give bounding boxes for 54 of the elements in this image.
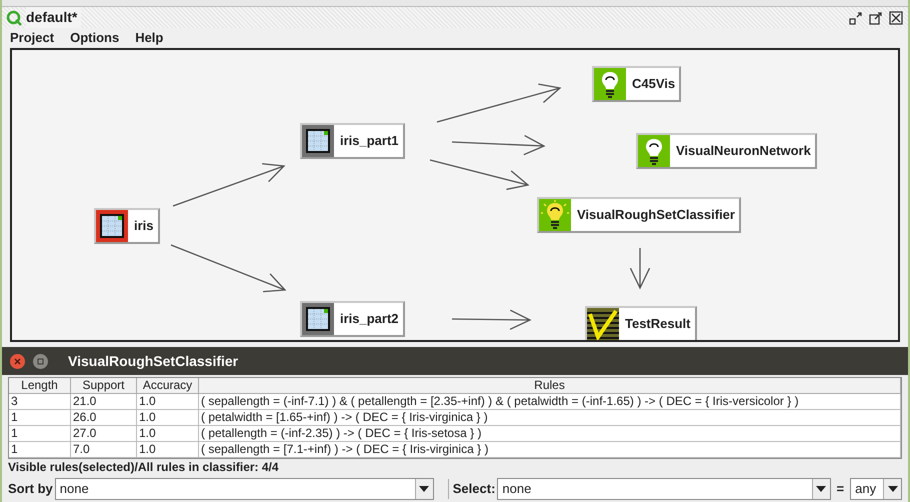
table-cell: ( petallength = (-inf-2.35) ) -> ( DEC = { Iris-setosa } ) bbox=[199, 426, 901, 441]
table-cell: ( sepallength = [7.1-+inf) ) -> ( DEC = { Iris-virginica } ) bbox=[199, 442, 901, 457]
sort-dropdown[interactable]: none bbox=[54, 478, 434, 500]
column-header[interactable]: Rules bbox=[199, 378, 901, 393]
diagram-node[interactable]: VisualNeuronNetwork bbox=[636, 133, 817, 169]
diagram-node[interactable]: iris_part2 bbox=[300, 301, 405, 337]
menu-item[interactable]: Help bbox=[135, 28, 164, 48]
table-cell: 1 bbox=[9, 410, 71, 425]
table-cell: 1.0 bbox=[137, 410, 199, 425]
diagram-node[interactable]: TestResult bbox=[585, 306, 696, 340]
rules-summary: Visible rules(selected)/All rules in classifier: 4/4 bbox=[8, 459, 280, 476]
table-row[interactable]: 1 26.0 1.0 ( petalwidth = [1.65-+inf) ) -> ( DEC = { Iris-virginica } ) bbox=[9, 410, 901, 426]
table-cell: ( petalwidth = [1.65-+inf) ) -> ( DEC = { Iris-virginica } ) bbox=[199, 410, 901, 425]
dropdown-arrow-icon bbox=[816, 486, 826, 492]
table-row[interactable]: 1 27.0 1.0 ( petallength = (-inf-2.35) ) -> ( DEC = { Iris-setosa } ) bbox=[9, 426, 901, 442]
maximize-button[interactable] bbox=[868, 10, 884, 26]
sort-label: Sort by bbox=[8, 480, 53, 498]
table-cell: 27.0 bbox=[71, 426, 137, 441]
checkmark-icon bbox=[587, 308, 619, 340]
column-header[interactable]: Support bbox=[71, 378, 137, 393]
diagram-node[interactable]: iris_part1 bbox=[300, 123, 405, 159]
menu-item[interactable]: Options bbox=[70, 28, 120, 48]
square-icon bbox=[37, 358, 44, 364]
select-label: Select: bbox=[448, 479, 496, 499]
diagram-node[interactable]: VisualRoughSetClassifier bbox=[537, 197, 741, 233]
diagram-node[interactable]: iris bbox=[94, 208, 160, 244]
table-cell: 1.0 bbox=[137, 442, 199, 457]
table-cell: ( sepallength = (-inf-7.1) ) & ( petallength = [2.35-+inf) ) & ( petalwidth = (-inf-1.65) ) -> ( DEC = { Iris-versicolor } ) bbox=[199, 394, 901, 409]
table-row[interactable]: 3 21.0 1.0 ( sepallength = (-inf-7.1) ) & ( petallength = [2.35-+inf) ) & ( petalwidth = (-inf-1.65) ) -> ( DEC = { Iris-versicolor } ) bbox=[9, 394, 901, 410]
table-cell: 1 bbox=[9, 442, 71, 457]
close-icon bbox=[14, 358, 21, 364]
table-cell: 1 bbox=[9, 426, 71, 441]
diagram-node[interactable]: C45Vis bbox=[592, 66, 682, 102]
table-cell: 1.0 bbox=[137, 426, 199, 441]
panel-title: VisualRoughSetClassifier bbox=[68, 352, 238, 371]
value-dropdown[interactable]: any bbox=[850, 478, 902, 500]
dropdown-arrow-icon bbox=[888, 486, 898, 492]
close-button[interactable] bbox=[888, 10, 904, 26]
table-cell: 26.0 bbox=[71, 410, 137, 425]
select-dropdown[interactable]: none bbox=[497, 478, 831, 500]
menu-item[interactable]: Project bbox=[10, 28, 54, 48]
window-title: default* bbox=[26, 7, 82, 28]
table-cell: 7.0 bbox=[71, 442, 137, 457]
column-header[interactable]: Length bbox=[9, 378, 71, 393]
equals-sign: = bbox=[836, 480, 846, 498]
table-cell: 21.0 bbox=[71, 394, 137, 409]
table-row[interactable]: 1 7.0 1.0 ( sepallength = [7.1-+inf) ) -> ( DEC = { Iris-virginica } ) bbox=[9, 442, 901, 458]
arrow bbox=[630, 247, 650, 290]
dropdown-arrow-icon bbox=[419, 486, 430, 492]
app-logo-icon bbox=[6, 10, 22, 26]
table-cell: 1.0 bbox=[137, 394, 199, 409]
minimize-button[interactable] bbox=[848, 10, 864, 26]
column-header[interactable]: Accuracy bbox=[137, 378, 199, 393]
table-cell: 3 bbox=[9, 394, 71, 409]
